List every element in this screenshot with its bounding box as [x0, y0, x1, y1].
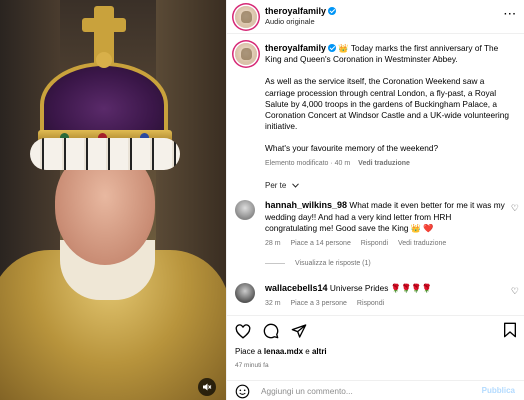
verified-badge-icon [328, 7, 337, 15]
publish-button[interactable]: Pubblica [482, 386, 515, 395]
caption-text-2: As well as the service itself, the Coron… [265, 76, 509, 132]
add-comment-bar: Aggiungi un commento... Pubblica [227, 380, 524, 400]
comment-reply-button[interactable]: Rispondi [361, 240, 388, 247]
post-media-video[interactable] [0, 0, 226, 400]
comment-avatar[interactable] [235, 283, 255, 303]
post-details-pane: theroyalfamily Audio originale ··· thero… [226, 0, 524, 400]
comment-reply-button[interactable]: Rispondi [357, 300, 384, 307]
author-username[interactable]: theroyalfamily [265, 6, 326, 16]
mute-toggle-button[interactable] [198, 378, 216, 396]
author-avatar[interactable] [235, 6, 257, 28]
caption-username[interactable]: theroyalfamily [265, 43, 326, 53]
caption-edited-time: Elemento modificato · 40 m [265, 159, 351, 167]
more-horizontal-icon[interactable]: ··· [504, 9, 517, 20]
post-header: theroyalfamily Audio originale ··· [227, 0, 524, 34]
caption-translate-link[interactable]: Vedi traduzione [358, 160, 410, 167]
like-heart-icon[interactable] [235, 323, 251, 339]
speaker-muted-icon [203, 383, 212, 391]
crown-emoji: 👑 [338, 43, 349, 53]
likes-summary: Piace a lenaa.mdx e altri [235, 347, 327, 356]
comment-sort-selector[interactable]: Per te [265, 181, 299, 190]
comment-translate-link[interactable]: Vedi traduzione [398, 240, 446, 247]
comment-input[interactable]: Aggiungi un commento... [261, 386, 353, 396]
bookmark-save-icon[interactable] [503, 322, 517, 338]
post-actions-footer: Piace a lenaa.mdx e altri 47 minuti fa A… [227, 315, 524, 400]
comment-time: 32 m [265, 299, 281, 307]
post-caption: theroyalfamily 👑 Today marks the first a… [265, 43, 515, 169]
comment-avatar[interactable] [235, 200, 255, 220]
view-replies-link[interactable]: Visualizza le risposte (1) [265, 260, 371, 267]
comment-item: wallacebells14 Universe Prides 🌹🌹🌹🌹 32 m… [265, 283, 505, 309]
comment-likes[interactable]: Piace a 14 persone [291, 240, 351, 247]
comment-text: Universe Prides 🌹🌹🌹🌹 [329, 283, 433, 293]
liked-by-user-link[interactable]: lenaa.mdx [264, 347, 303, 356]
audio-label[interactable]: Audio originale [265, 17, 315, 26]
liked-by-others-link[interactable]: altri [312, 347, 327, 356]
share-paper-plane-icon[interactable] [291, 323, 307, 339]
comments-scroll-area[interactable]: theroyalfamily 👑 Today marks the first a… [227, 35, 524, 315]
post-timestamp: 47 minuti fa [235, 362, 269, 369]
comment-bubble-icon[interactable] [263, 323, 279, 339]
comment-username[interactable]: hannah_wilkins_98 [265, 200, 347, 210]
comment-username[interactable]: wallacebells14 [265, 283, 328, 293]
verified-badge-icon [328, 44, 337, 52]
caption-avatar[interactable] [235, 43, 257, 65]
comment-item: hannah_wilkins_98 What made it even bett… [265, 200, 505, 249]
emoji-smile-icon[interactable] [235, 384, 250, 399]
comment-likes[interactable]: Piace a 3 persone [291, 300, 347, 307]
comment-like-heart-icon[interactable]: ♡ [511, 286, 519, 297]
comment-time: 28 m [265, 239, 281, 247]
comment-like-heart-icon[interactable]: ♡ [511, 203, 519, 214]
chevron-down-icon [291, 183, 299, 188]
caption-text-3: What's your favourite memory of the week… [265, 143, 439, 154]
